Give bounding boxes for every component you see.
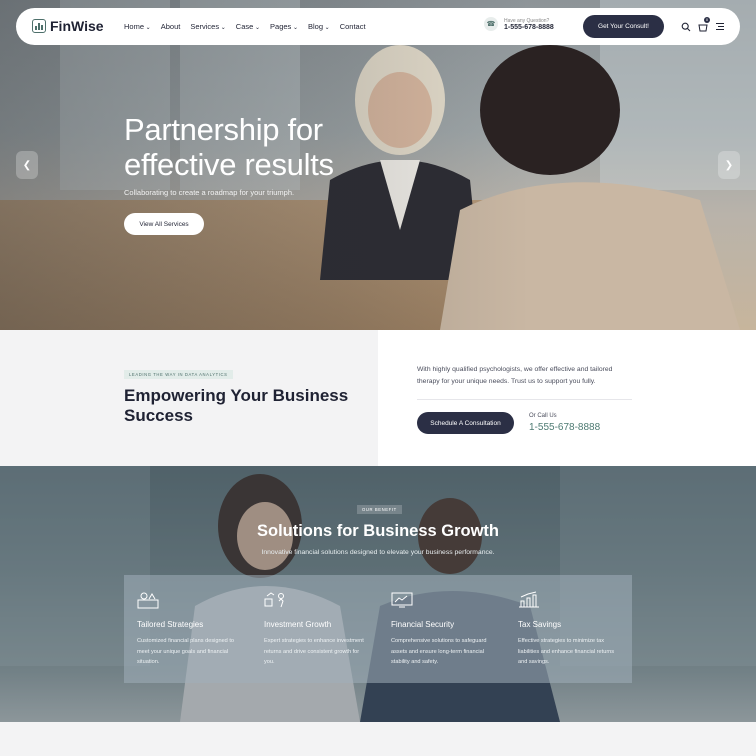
chevron-right-icon: ❯ [724, 159, 734, 171]
view-all-services-button[interactable]: View All Services [124, 213, 204, 235]
benefits-tag: OUR BENEFIT [357, 505, 402, 514]
phone-icon: ☎ [484, 17, 498, 31]
benefit-card-title: Tax Savings [518, 620, 562, 629]
growth-icon [264, 592, 284, 608]
next-section [0, 722, 756, 756]
logo[interactable]: FinWise [32, 18, 104, 34]
logo-icon [32, 19, 46, 33]
benefit-card-title: Investment Growth [264, 620, 332, 629]
get-consult-button[interactable]: Get Your Consult! [583, 15, 664, 38]
call-us-label: Or Call Us [529, 413, 557, 419]
intro-right-panel [378, 330, 756, 466]
menu-item-contact[interactable]: Contact [340, 22, 366, 31]
main-navbar: FinWise Home About Services Case Pages B… [16, 8, 740, 45]
phone-contact[interactable]: ☎ Have any Question? 1-555-678-8888 [484, 17, 554, 31]
menu-item-blog[interactable]: Blog [308, 22, 330, 31]
call-us-number[interactable]: 1-555-678-8888 [529, 422, 600, 433]
menu-item-services[interactable]: Services [190, 22, 225, 31]
security-icon [391, 592, 413, 608]
benefit-cards: Tailored Strategies Customized financial… [124, 575, 632, 683]
intro-title: Empowering Your Business Success [124, 386, 349, 425]
menu-item-pages[interactable]: Pages [270, 22, 298, 31]
benefits-title: Solutions for Business Growth [256, 522, 499, 540]
benefit-card: Tailored Strategies Customized financial… [124, 575, 251, 683]
hero-title: Partnership for effective results [124, 112, 334, 182]
chevron-left-icon: ❮ [22, 159, 32, 171]
benefit-card: Investment Growth Expert strategies to e… [251, 575, 378, 683]
strategy-icon [137, 592, 159, 609]
cart-icon[interactable]: 0 [697, 17, 710, 32]
hero-title-line: Partnership for [124, 112, 323, 147]
search-icon[interactable] [680, 21, 691, 32]
hero-subtitle: Collaborating to create a roadmap for yo… [124, 188, 295, 197]
intro-text: With highly qualified psychologists, we … [417, 366, 613, 385]
hamburger-menu-icon[interactable] [714, 21, 725, 32]
hero-section: Partnership for effective results Collab… [0, 0, 756, 330]
benefit-card: Tax Savings Effective strategies to mini… [505, 575, 632, 683]
slider-next-button[interactable]: ❯ [718, 151, 740, 179]
menu-item-home[interactable]: Home [124, 22, 151, 31]
main-menu: Home About Services Case Pages Blog Cont… [124, 22, 366, 31]
phone-question: Have any Question? [504, 17, 550, 24]
benefit-card-title: Tailored Strategies [137, 620, 204, 629]
hero-overlay [0, 0, 756, 330]
divider [417, 399, 632, 400]
chart-icon [519, 591, 539, 608]
phone-number: 1-555-678-8888 [504, 23, 554, 31]
benefit-card-title: Financial Security [391, 620, 455, 629]
benefits-subtitle: Innovative financial solutions designed … [261, 549, 495, 556]
benefit-card: Financial Security Comprehensive solutio… [378, 575, 505, 683]
benefit-card-desc: Comprehensive solutions to safeguard ass… [391, 638, 487, 665]
cart-count-badge: 0 [704, 17, 710, 23]
benefit-card-desc: Effective strategies to minimize tax lia… [518, 638, 615, 665]
menu-item-case[interactable]: Case [236, 22, 260, 31]
schedule-consultation-button[interactable]: Schedule A Consultation [417, 412, 514, 434]
hero-title-line: effective results [124, 147, 334, 182]
benefit-card-desc: Expert strategies to enhance investment … [264, 638, 364, 665]
slider-prev-button[interactable]: ❮ [16, 151, 38, 179]
menu-item-about[interactable]: About [161, 22, 181, 31]
logo-text: FinWise [50, 18, 104, 34]
intro-tag: LEADING THE WAY IN DATA ANALYTICS [124, 370, 233, 379]
benefit-card-desc: Customized financial plans designed to m… [137, 638, 235, 665]
